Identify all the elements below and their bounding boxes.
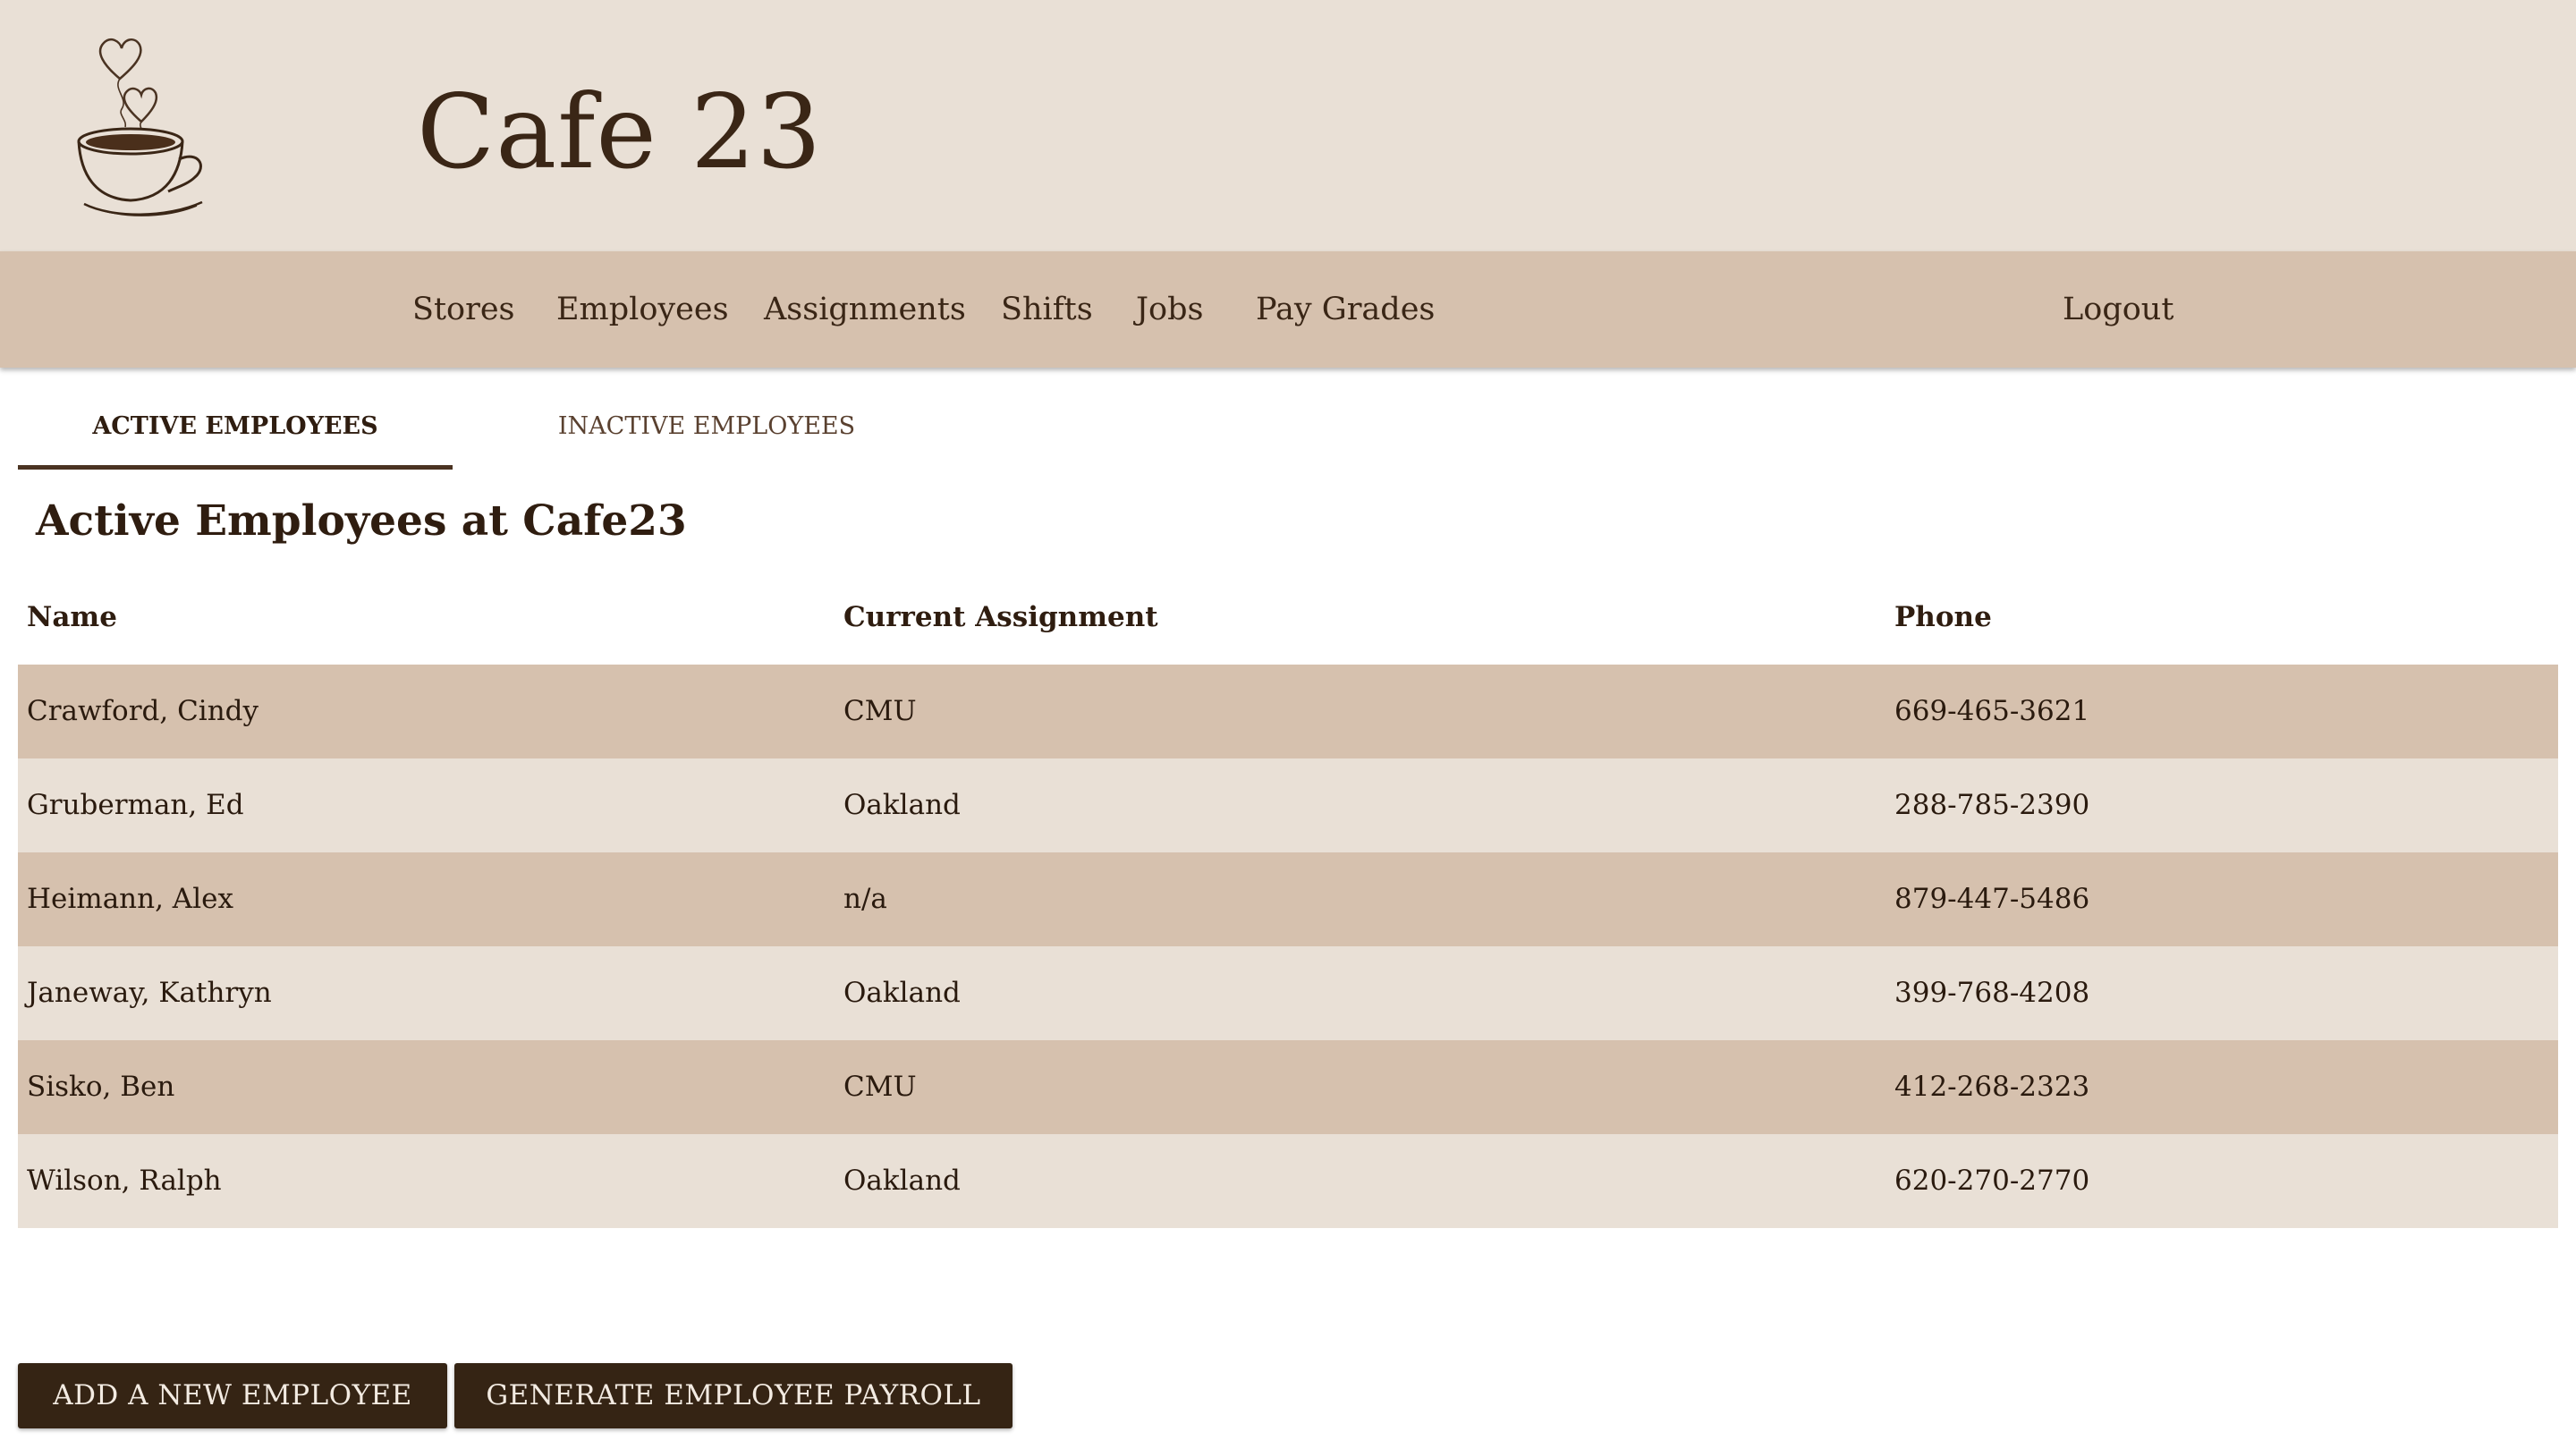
tab-inactive-employees[interactable]: INACTIVE EMPLOYEES (497, 398, 916, 470)
site-header: Cafe 23 (0, 0, 2576, 251)
nav-item-jobs[interactable]: Jobs (1136, 251, 1203, 368)
employee-name-link[interactable]: Sisko, Ben (27, 1040, 174, 1134)
employee-assignment: Oakland (843, 1165, 961, 1197)
column-header-assignment: Current Assignment (843, 601, 1158, 633)
nav-item-assignments[interactable]: Assignments (764, 251, 966, 368)
page-title: Active Employees at Cafe23 (36, 496, 687, 546)
employee-name-link[interactable]: Heimann, Alex (27, 852, 233, 946)
employees-table: Name Current Assignment Phone Crawford, … (18, 586, 2558, 1228)
employee-assignment: Oakland (843, 789, 961, 821)
employee-name-link[interactable]: Gruberman, Ed (27, 758, 244, 852)
table-row[interactable]: Gruberman, Ed Oakland 288-785-2390 (18, 758, 2558, 852)
column-header-name: Name (27, 601, 117, 633)
table-row[interactable]: Heimann, Alex n/a 879-447-5486 (18, 852, 2558, 946)
generate-payroll-button[interactable]: GENERATE EMPLOYEE PAYROLL (454, 1363, 1013, 1428)
site-title: Cafe 23 (417, 72, 823, 191)
employee-assignment: n/a (843, 883, 887, 915)
nav-item-employees[interactable]: Employees (556, 251, 729, 368)
employee-assignment: CMU (843, 695, 917, 727)
table-header: Name Current Assignment Phone (18, 586, 2558, 665)
column-header-phone: Phone (1894, 601, 1992, 633)
table-row[interactable]: Janeway, Kathryn Oakland 399-768-4208 (18, 946, 2558, 1040)
employee-phone: 620-270-2770 (1894, 1165, 2090, 1197)
nav-item-pay-grades[interactable]: Pay Grades (1256, 251, 1435, 368)
employee-phone: 669-465-3621 (1894, 695, 2090, 727)
employee-phone: 879-447-5486 (1894, 883, 2090, 915)
employee-assignment: CMU (843, 1071, 917, 1103)
employee-name-link[interactable]: Janeway, Kathryn (27, 946, 272, 1040)
coffee-cup-hearts-icon[interactable] (68, 16, 220, 222)
main-navigation: Stores Employees Assignments Shifts Jobs… (0, 251, 2576, 368)
employee-phone: 399-768-4208 (1894, 977, 2090, 1009)
nav-item-shifts[interactable]: Shifts (1001, 251, 1093, 368)
employee-phone: 412-268-2323 (1894, 1071, 2090, 1103)
tab-active-employees[interactable]: ACTIVE EMPLOYEES (18, 398, 453, 470)
logout-link[interactable]: Logout (2063, 251, 2174, 368)
table-row[interactable]: Wilson, Ralph Oakland 620-270-2770 (18, 1134, 2558, 1228)
employee-name-link[interactable]: Crawford, Cindy (27, 665, 258, 758)
nav-item-stores[interactable]: Stores (412, 251, 515, 368)
table-row[interactable]: Sisko, Ben CMU 412-268-2323 (18, 1040, 2558, 1134)
employee-name-link[interactable]: Wilson, Ralph (27, 1134, 222, 1228)
table-row[interactable]: Crawford, Cindy CMU 669-465-3621 (18, 665, 2558, 758)
employee-assignment: Oakland (843, 977, 961, 1009)
add-employee-button[interactable]: ADD A NEW EMPLOYEE (18, 1363, 447, 1428)
employee-phone: 288-785-2390 (1894, 789, 2090, 821)
